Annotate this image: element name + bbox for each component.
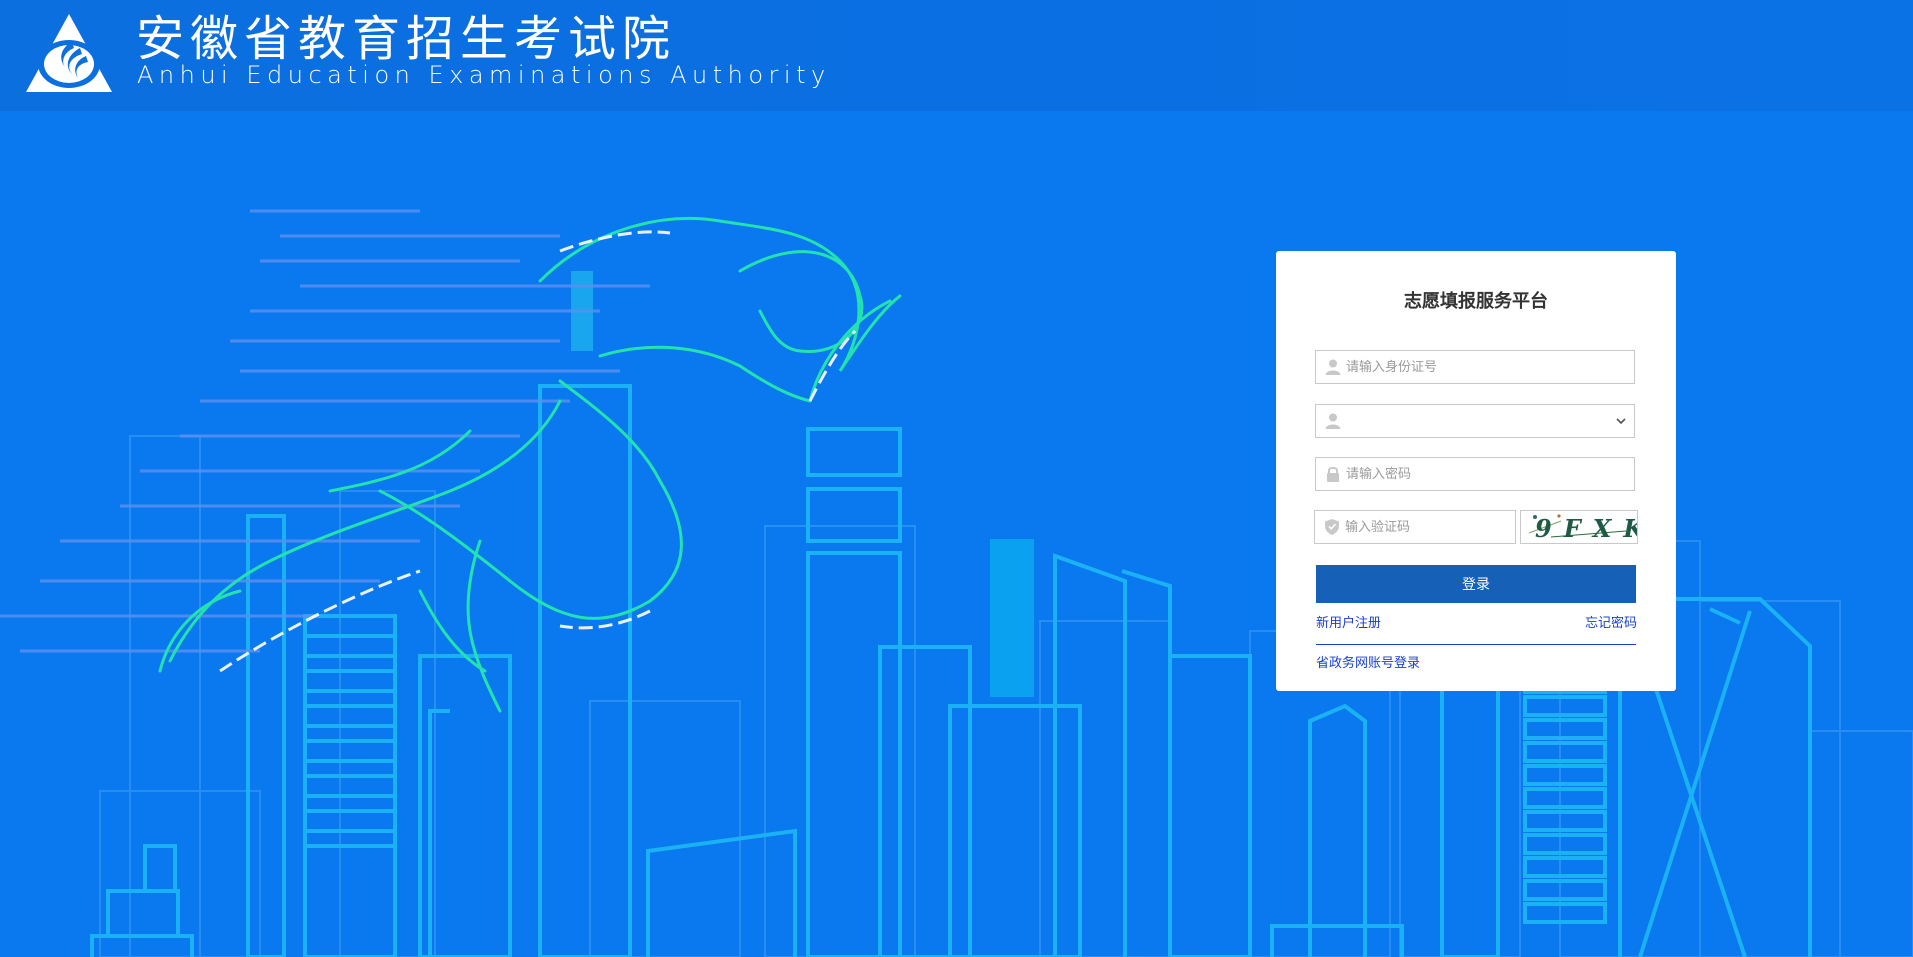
captcha-input[interactable]: [1345, 511, 1510, 543]
user-icon: [1325, 359, 1341, 375]
login-title: 志愿填报服务平台: [1404, 291, 1548, 312]
register-link[interactable]: 新用户注册: [1316, 612, 1381, 631]
divider: [1316, 644, 1636, 645]
account-type-select[interactable]: [1346, 405, 1626, 437]
id-number-field: [1315, 350, 1635, 384]
site-title-en: Anhui Education Examinations Authority: [137, 61, 831, 89]
captcha-text: 9FXK: [1535, 514, 1637, 543]
lock-icon: [1327, 466, 1339, 482]
forgot-password-link[interactable]: 忘记密码: [1585, 612, 1637, 631]
user-select-icon: [1325, 413, 1341, 429]
password-input[interactable]: [1346, 458, 1626, 490]
account-type-field: [1315, 404, 1635, 438]
logo-emblem-icon: [24, 12, 114, 94]
captcha-field: [1314, 510, 1516, 544]
site-header: 安徽省教育招生考试院 Anhui Education Examinations …: [0, 0, 1913, 111]
shield-icon: [1325, 519, 1339, 535]
captcha-image[interactable]: 9FXK: [1520, 510, 1644, 544]
login-button[interactable]: 登录: [1316, 565, 1636, 603]
password-field: [1315, 457, 1635, 491]
gov-account-login-link[interactable]: 省政务网账号登录: [1316, 652, 1420, 671]
login-card: 志愿填报服务平台 请输入身份证号 输入验证码 9FX 登录 新用户注册 忘记密码…: [1276, 251, 1676, 691]
site-title-cn: 安徽省教育招生考试院: [136, 11, 677, 67]
id-number-input[interactable]: [1346, 351, 1626, 383]
chevron-down-icon: [1616, 418, 1626, 425]
